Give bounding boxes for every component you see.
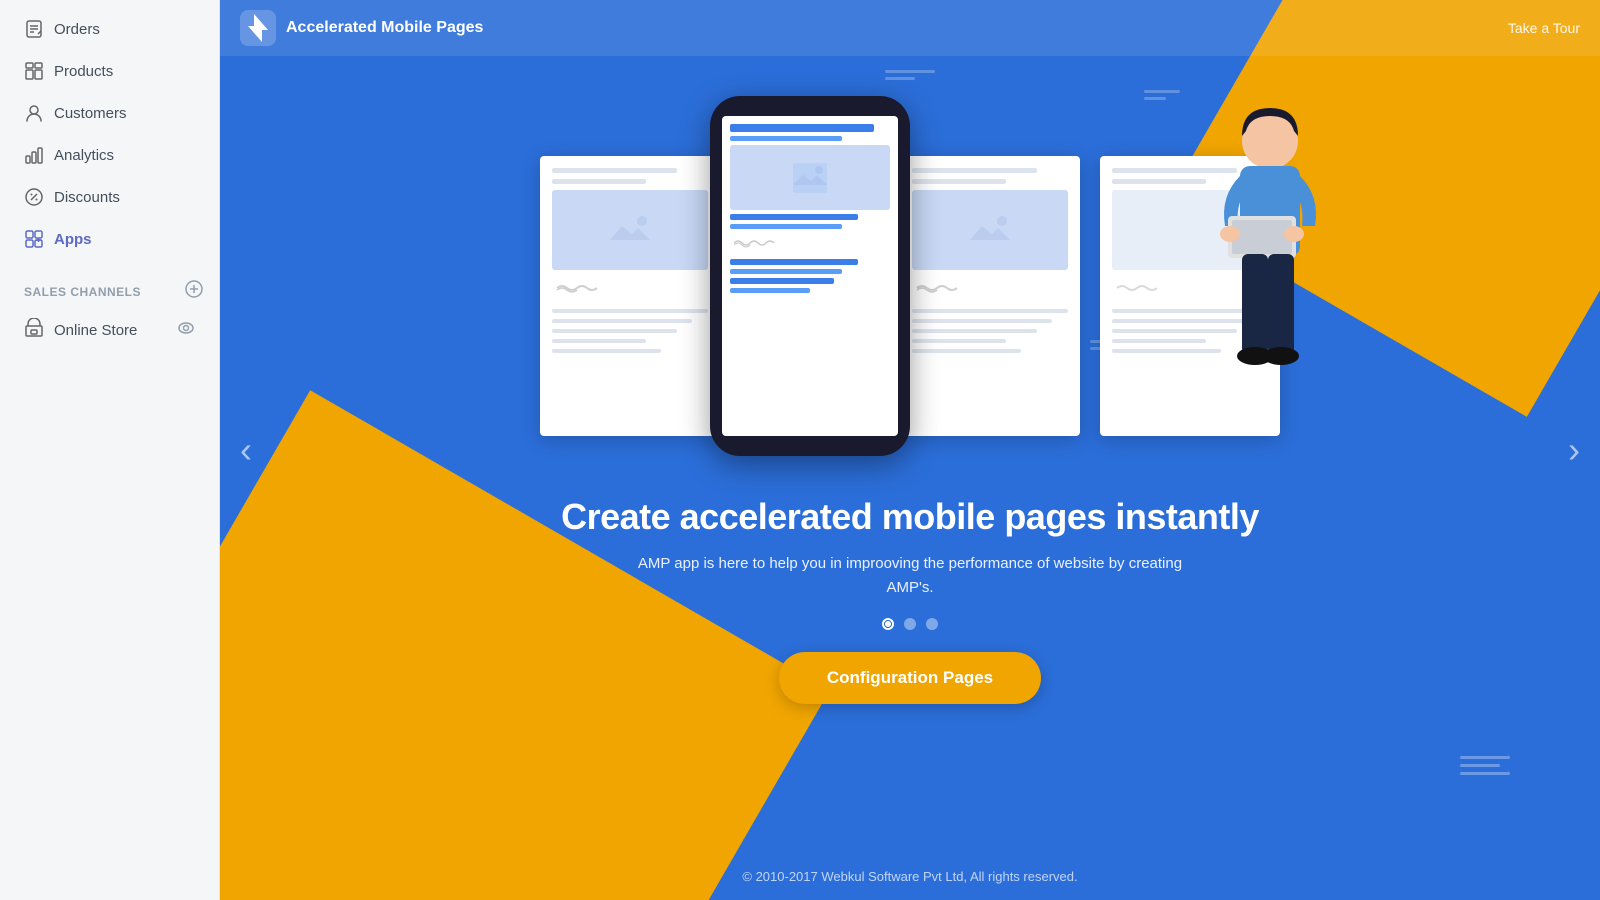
carousel-prev-button[interactable]: ‹ [230, 419, 262, 481]
page-card-3 [1100, 156, 1280, 436]
dot-3[interactable] [926, 618, 938, 630]
sidebar-item-discounts-label: Discounts [54, 189, 120, 206]
sidebar: Orders Products Customers [0, 0, 220, 900]
dot-2[interactable] [904, 618, 916, 630]
phone-mockup [710, 96, 910, 456]
sidebar-item-customers-label: Customers [54, 105, 127, 122]
page-card-2 [900, 156, 1080, 436]
sales-channels-label: SALES CHANNELS [24, 285, 141, 299]
carousel-next-button[interactable]: › [1558, 419, 1590, 481]
mockups-row [540, 86, 1280, 466]
orders-icon [24, 19, 44, 39]
phone-screen [722, 116, 898, 436]
sidebar-item-analytics[interactable]: Analytics [8, 135, 211, 175]
sidebar-item-discounts[interactable]: Discounts [8, 177, 211, 217]
apps-icon [24, 229, 44, 249]
main-content: Accelerated Mobile Pages Take a Tour ‹ › [220, 0, 1600, 900]
sidebar-item-online-store[interactable]: Online Store [8, 310, 211, 350]
app-title: Accelerated Mobile Pages [286, 19, 483, 37]
sidebar-item-apps[interactable]: Apps [8, 219, 211, 259]
page-card-1 [540, 156, 720, 436]
online-store-left: Online Store [24, 318, 137, 342]
customers-icon [24, 103, 44, 123]
human-figure [1190, 96, 1330, 431]
analytics-icon [24, 145, 44, 165]
eye-icon[interactable] [177, 319, 195, 342]
amp-logo-icon [240, 10, 276, 46]
add-channel-icon[interactable] [185, 280, 203, 303]
carousel-dots [882, 618, 938, 630]
store-icon [24, 318, 44, 342]
dot-1[interactable] [882, 618, 894, 630]
hero-section: Create accelerated mobile pages instantl… [220, 56, 1600, 900]
configuration-pages-button[interactable]: Configuration Pages [779, 652, 1041, 704]
sidebar-item-orders-label: Orders [54, 21, 100, 38]
sidebar-item-products-label: Products [54, 63, 113, 80]
sidebar-item-analytics-label: Analytics [54, 147, 114, 164]
online-store-label: Online Store [54, 322, 137, 339]
discounts-icon [24, 187, 44, 207]
app-header: Accelerated Mobile Pages Take a Tour [220, 0, 1600, 56]
hero-title: Create accelerated mobile pages instantl… [561, 496, 1259, 538]
sidebar-item-customers[interactable]: Customers [8, 93, 211, 133]
app-logo: Accelerated Mobile Pages [240, 10, 483, 46]
sidebar-item-orders[interactable]: Orders [8, 9, 211, 49]
sales-channels-header: SALES CHANNELS [0, 268, 219, 309]
hero-subtitle: AMP app is here to help you in improovin… [630, 552, 1190, 600]
sidebar-item-apps-label: Apps [54, 231, 92, 248]
footer: © 2010-2017 Webkul Software Pvt Ltd, All… [220, 869, 1600, 884]
take-a-tour-link[interactable]: Take a Tour [1508, 20, 1580, 36]
products-icon [24, 61, 44, 81]
hero-text: Create accelerated mobile pages instantl… [561, 496, 1259, 600]
sidebar-item-products[interactable]: Products [8, 51, 211, 91]
footer-text: © 2010-2017 Webkul Software Pvt Ltd, All… [742, 869, 1077, 884]
